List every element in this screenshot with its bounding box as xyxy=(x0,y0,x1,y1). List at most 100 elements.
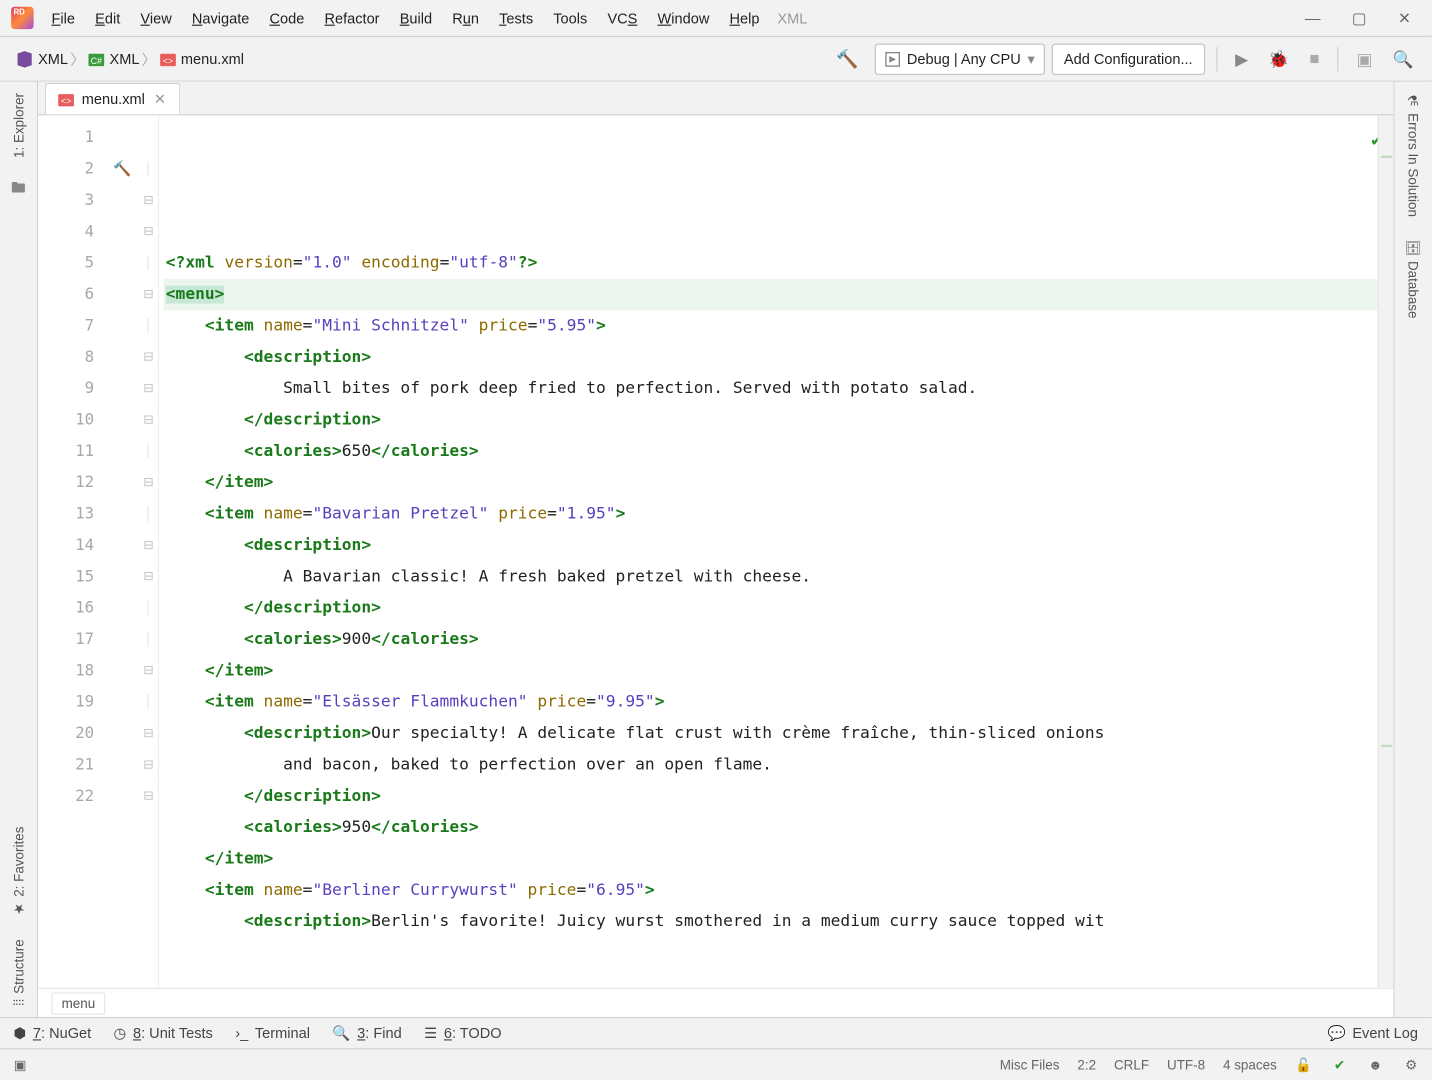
menu-window[interactable]: Window xyxy=(649,5,719,31)
hector-icon[interactable]: ☻ xyxy=(1366,1057,1384,1073)
fold-handle-icon[interactable]: ⊟ xyxy=(143,413,153,426)
indent-label[interactable]: 4 spaces xyxy=(1223,1057,1277,1073)
fold-handle-icon[interactable]: ⊟ xyxy=(143,382,153,395)
code-line[interactable]: <description> xyxy=(164,342,1394,373)
terminal-tool-button[interactable]: ›_Terminal xyxy=(235,1025,310,1042)
code-line[interactable]: </item> xyxy=(164,467,1394,498)
bottom-tool-bar: ⬢7: NuGet ◷8: Unit Tests ›_Terminal 🔍3: … xyxy=(0,1017,1431,1048)
code-line[interactable]: <item name="Berliner Currywurst" price="… xyxy=(164,875,1394,906)
code-line[interactable]: and bacon, baked to perfection over an o… xyxy=(164,749,1394,780)
code-line[interactable]: </item> xyxy=(164,843,1394,874)
line-separator[interactable]: CRLF xyxy=(1114,1057,1149,1073)
file-context-label[interactable]: Misc Files xyxy=(1000,1057,1060,1073)
line-number-gutter: 12345678910111213141516171819202122 xyxy=(38,115,105,987)
menu-run[interactable]: Run xyxy=(443,5,488,31)
readonly-lock-icon[interactable]: 🔓 xyxy=(1295,1057,1313,1073)
event-log-tool-button[interactable]: 💬Event Log xyxy=(1327,1024,1417,1042)
maximize-button[interactable]: ▢ xyxy=(1352,8,1367,27)
unit-tests-tool-button[interactable]: ◷8: Unit Tests xyxy=(114,1024,213,1042)
fold-handle-icon[interactable]: ⊟ xyxy=(143,758,153,771)
fold-end-icon[interactable]: ⊟ xyxy=(143,539,153,552)
fold-handle-icon[interactable]: ⊟ xyxy=(143,194,153,207)
menu-refactor[interactable]: Refactor xyxy=(316,5,389,31)
code-line[interactable]: <?xml version="1.0" encoding="utf-8"?> xyxy=(164,248,1394,279)
menu-tests[interactable]: Tests xyxy=(490,5,542,31)
cs-icon: C# xyxy=(87,50,105,68)
breadcrumb-item[interactable]: menu xyxy=(52,992,106,1014)
run-icon[interactable]: ▶ xyxy=(1228,44,1254,73)
code-line[interactable]: <calories>650</calories> xyxy=(164,436,1394,467)
fold-handle-icon[interactable]: ⊟ xyxy=(143,790,153,803)
run-anything-icon[interactable]: ▣ xyxy=(1350,44,1379,73)
code-line[interactable]: </description> xyxy=(164,404,1394,435)
add-configuration-button[interactable]: Add Configuration... xyxy=(1052,43,1205,74)
svg-text:<>: <> xyxy=(162,55,172,65)
tab-close-icon[interactable]: ✕ xyxy=(152,90,169,108)
debug-bug-icon[interactable]: 🐞 xyxy=(1262,44,1296,73)
search-everywhere-icon[interactable]: 🔍 xyxy=(1386,44,1420,73)
error-stripe[interactable] xyxy=(1378,115,1394,987)
tool-windows-quick-access-icon[interactable]: ▣ xyxy=(11,1057,29,1073)
fold-end-icon[interactable]: ⊟ xyxy=(143,727,153,740)
code-line[interactable]: <item name="Elsässer Flammkuchen" price=… xyxy=(164,687,1394,718)
fold-end-icon[interactable]: ⊟ xyxy=(143,351,153,364)
code-line[interactable]: </description> xyxy=(164,781,1394,812)
code-line[interactable]: <menu> xyxy=(164,279,1394,310)
status-bar: ▣ Misc Files 2:2 CRLF UTF-8 4 spaces 🔓 ✔… xyxy=(0,1048,1431,1079)
fold-handle-icon[interactable]: ⊟ xyxy=(143,570,153,583)
code-editor[interactable]: 12345678910111213141516171819202122 🔨 │⊟… xyxy=(38,115,1393,987)
breadcrumb-xml[interactable]: C#XML xyxy=(83,48,144,70)
minimize-button[interactable]: — xyxy=(1305,8,1321,27)
inspection-status-icon[interactable]: ✔ xyxy=(1331,1057,1349,1073)
terminal-icon: ›_ xyxy=(235,1025,248,1042)
menu-tools[interactable]: Tools xyxy=(544,5,596,31)
code-line[interactable]: <calories>900</calories> xyxy=(164,624,1394,655)
fold-end-icon[interactable]: ⊟ xyxy=(143,664,153,677)
fold-end-icon[interactable]: ⊟ xyxy=(143,288,153,301)
nuget-tool-button[interactable]: ⬢7: NuGet xyxy=(13,1024,91,1042)
menu-build[interactable]: Build xyxy=(391,5,441,31)
code-content[interactable]: ✔ <?xml version="1.0" encoding="utf-8"?>… xyxy=(159,115,1393,987)
menu-edit[interactable]: Edit xyxy=(86,5,129,31)
sln-icon xyxy=(16,50,34,68)
build-icon[interactable]: 🔨 xyxy=(836,48,858,70)
file-encoding[interactable]: UTF-8 xyxy=(1167,1057,1205,1073)
code-line[interactable]: </item> xyxy=(164,655,1394,686)
menu-file[interactable]: File xyxy=(43,5,84,31)
menu-vcs[interactable]: VCS xyxy=(598,5,646,31)
code-line[interactable]: A Bavarian classic! A fresh baked pretze… xyxy=(164,561,1394,592)
breadcrumb-xml[interactable]: XML xyxy=(11,48,72,70)
editor-tab[interactable]: <> menu.xml ✕ xyxy=(45,83,181,114)
code-line[interactable]: </description> xyxy=(164,592,1394,623)
structure-tool-button[interactable]: ⁞⁞Structure xyxy=(11,928,27,1017)
stop-icon[interactable]: ■ xyxy=(1303,45,1327,73)
find-tool-button[interactable]: 🔍3: Find xyxy=(332,1024,401,1042)
menu-view[interactable]: View xyxy=(131,5,180,31)
fold-end-icon[interactable]: ⊟ xyxy=(143,476,153,489)
caret-position[interactable]: 2:2 xyxy=(1077,1057,1096,1073)
folder-icon[interactable]: 🖿 xyxy=(11,169,26,212)
menu-help[interactable]: Help xyxy=(721,5,769,31)
code-line[interactable]: <item name="Mini Schnitzel" price="5.95"… xyxy=(164,310,1394,341)
editor-area: <> menu.xml ✕ 12345678910111213141516171… xyxy=(38,82,1393,1017)
explorer-tool-button[interactable]: 1: Explorer xyxy=(11,82,27,169)
memory-indicator-icon[interactable]: ⚙ xyxy=(1402,1057,1420,1073)
run-config-label: Debug | Any CPU xyxy=(907,50,1021,67)
code-line[interactable]: <description>Berlin's favorite! Juicy wu… xyxy=(164,906,1394,937)
errors-tool-button[interactable]: ⚗Errors In Solution xyxy=(1405,82,1421,228)
menu-navigate[interactable]: Navigate xyxy=(183,5,258,31)
todo-tool-button[interactable]: ☰6: TODO xyxy=(424,1024,502,1042)
code-line[interactable]: Small bites of pork deep fried to perfec… xyxy=(164,373,1394,404)
fold-handle-icon[interactable]: ⊟ xyxy=(143,225,153,238)
code-line[interactable]: <description>Our specialty! A delicate f… xyxy=(164,718,1394,749)
database-tool-button[interactable]: 🗄Database xyxy=(1405,228,1421,329)
code-line[interactable]: <description> xyxy=(164,530,1394,561)
close-button[interactable]: ✕ xyxy=(1398,8,1411,27)
code-line[interactable]: <calories>950</calories> xyxy=(164,812,1394,843)
favorites-tool-button[interactable]: ★2: Favorites xyxy=(11,815,27,928)
find-icon: 🔍 xyxy=(332,1024,350,1042)
breadcrumb-menu.xml[interactable]: <>menu.xml xyxy=(154,48,248,70)
run-config-selector[interactable]: Debug | Any CPU ▾ xyxy=(874,43,1044,74)
code-line[interactable]: <item name="Bavarian Pretzel" price="1.9… xyxy=(164,498,1394,529)
menu-code[interactable]: Code xyxy=(261,5,314,31)
